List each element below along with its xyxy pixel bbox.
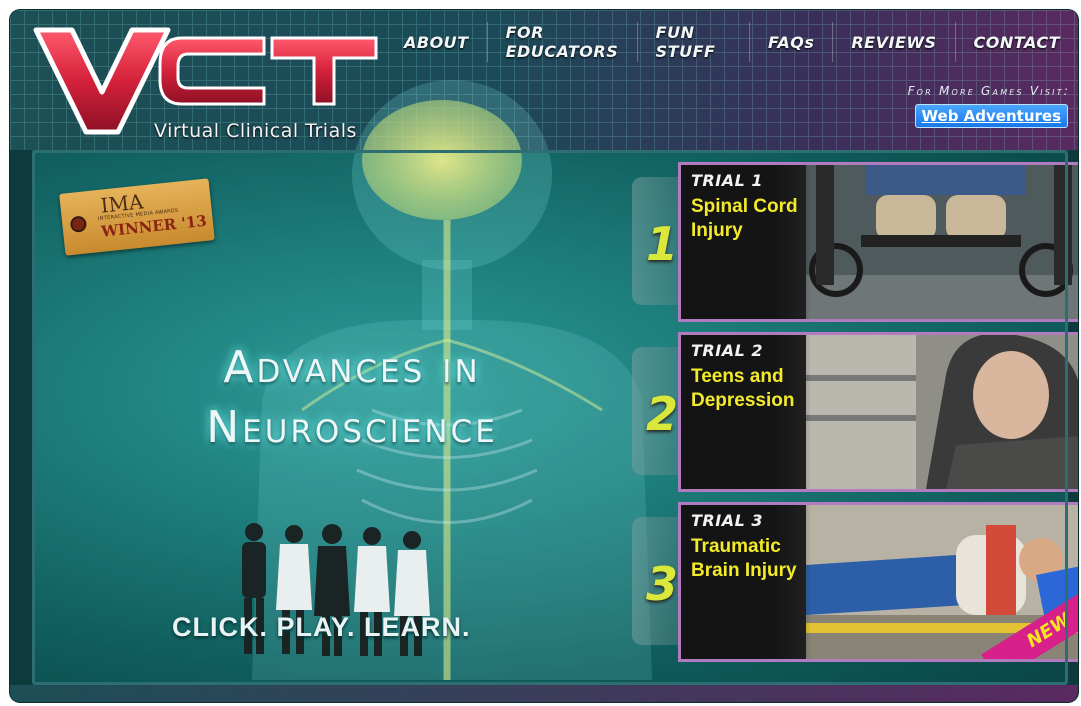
badge-hole: [69, 215, 88, 233]
trial-2-title: TRIAL 2: [691, 341, 763, 360]
trial-2-name: Teens and Depression: [691, 366, 795, 411]
main-nav: ABOUT FOR EDUCATORS FUN STUFF FAQs REVIE…: [386, 22, 1078, 62]
nav-for-educators[interactable]: FOR EDUCATORS: [486, 22, 637, 62]
trial-3-card[interactable]: TRIAL 3 Traumatic Brain Injury NEW: [678, 502, 1078, 662]
footer-bar: [10, 685, 1078, 702]
trial-1-entry: 1 TRIAL 1 Spinal Cord Injury: [632, 162, 1078, 322]
nav-about[interactable]: ABOUT: [386, 22, 487, 62]
trial-2-card[interactable]: TRIAL 2 Teens and Depression: [678, 332, 1078, 492]
trial-3-title: TRIAL 3: [691, 511, 763, 530]
trial-1-title: TRIAL 1: [691, 171, 763, 190]
site-frame: Virtual Clinical Trials ABOUT FOR EDUCAT…: [10, 10, 1078, 702]
headline-line-1: Advances in: [223, 342, 481, 393]
nav-contact[interactable]: CONTACT: [954, 22, 1078, 62]
trial-3-entry: 3 TRIAL 3 Traumatic Brain Injury NEW: [632, 502, 1078, 662]
more-games-text: For More Games Visit:: [907, 84, 1070, 98]
nav-faqs[interactable]: FAQs: [748, 22, 832, 62]
trial-1-card[interactable]: TRIAL 1 Spinal Cord Injury: [678, 162, 1078, 322]
nav-fun-stuff[interactable]: FUN STUFF: [636, 22, 749, 62]
hero-panel: IMA INTERACTIVE MEDIA AWARDS WINNER '13 …: [32, 80, 1078, 685]
headline-line-2: Neuroscience: [206, 402, 498, 453]
teen-depression-photo: [806, 335, 1078, 489]
trial-1-name: Spinal Cord Injury: [691, 196, 798, 241]
hero-tagline: CLICK. PLAY. LEARN.: [172, 612, 471, 642]
web-adventures-link[interactable]: Web Adventures: [914, 104, 1068, 128]
nav-reviews[interactable]: REVIEWS: [832, 22, 954, 62]
wheelchair-photo: [806, 165, 1078, 319]
trial-2-entry: 2 TRIAL 2 Teens and Depression: [632, 332, 1078, 492]
trial-3-name: Traumatic Brain Injury: [691, 536, 797, 581]
hero-headline: Advances in Neuroscience: [112, 338, 592, 458]
